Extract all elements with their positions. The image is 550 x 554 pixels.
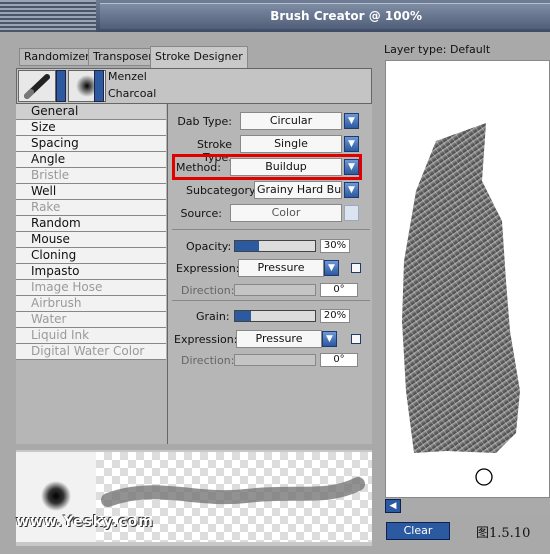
subcategory-dropdown[interactable]: ▼: [344, 182, 359, 198]
layer-type-label: Layer type: Default: [384, 43, 491, 56]
source-select[interactable]: Color: [230, 204, 342, 222]
grain-invert-checkbox[interactable]: [351, 334, 361, 344]
preview-canvas[interactable]: [385, 60, 550, 498]
title-bar-grip[interactable]: [0, 0, 96, 32]
grain-direction-label: Direction:: [181, 354, 235, 367]
grain-direction-value[interactable]: 0°: [320, 353, 358, 367]
category-impasto[interactable]: Impasto: [16, 264, 166, 280]
opacity-slider[interactable]: [234, 240, 316, 252]
brush-cursor: [475, 468, 493, 486]
grain-expression-label: Expression:: [174, 333, 238, 346]
stroke-type-dropdown[interactable]: ▼: [344, 136, 359, 152]
tab-randomizer[interactable]: Randomizer: [19, 48, 95, 66]
category-airbrush[interactable]: Airbrush: [16, 296, 166, 312]
charcoal-stick-icon: [24, 74, 50, 99]
brush-category-button[interactable]: [18, 70, 56, 102]
stroke-type-select[interactable]: Single: [240, 135, 342, 153]
brush-category-name: Menzel: [108, 70, 147, 83]
grain-direction-slider[interactable]: [234, 354, 316, 366]
category-random[interactable]: Random: [16, 216, 166, 232]
category-size[interactable]: Size: [16, 120, 166, 136]
category-angle[interactable]: Angle: [16, 152, 166, 168]
brush-variant-dropdown[interactable]: [94, 70, 104, 102]
dab-type-select[interactable]: Circular: [240, 112, 342, 130]
opacity-direction-value[interactable]: 0°: [320, 283, 358, 297]
subcategory-label: Subcategory:: [186, 184, 259, 197]
window-title: Brush Creator @ 100%: [270, 9, 422, 23]
category-mouse[interactable]: Mouse: [16, 232, 166, 248]
source-label: Source:: [180, 207, 223, 220]
opacity-expression-dropdown[interactable]: ▼: [324, 260, 339, 276]
opacity-slider-fill: [235, 241, 259, 251]
category-list: General Size Spacing Angle Bristle Well …: [16, 104, 168, 444]
category-water[interactable]: Water: [16, 312, 166, 328]
grain-label: Grain:: [196, 310, 230, 323]
category-general[interactable]: General: [16, 104, 166, 120]
source-dropdown[interactable]: [344, 205, 359, 221]
category-bristle[interactable]: Bristle: [16, 168, 166, 184]
opacity-expression-select[interactable]: Pressure: [238, 259, 324, 277]
opacity-invert-checkbox[interactable]: [351, 263, 361, 273]
scroll-left-button[interactable]: ◀: [385, 499, 401, 513]
category-digital-water-color[interactable]: Digital Water Color: [16, 344, 166, 360]
tab-stroke-designer[interactable]: Stroke Designer: [150, 46, 248, 68]
watermark-text: www.Yesky.com: [16, 514, 154, 530]
opacity-direction-label: Direction:: [181, 284, 235, 297]
opacity-expression-label: Expression:: [176, 262, 240, 275]
category-well[interactable]: Well: [16, 184, 166, 200]
clear-button[interactable]: Clear: [386, 522, 450, 540]
divider: [172, 300, 370, 301]
brush-variant-name: Charcoal: [108, 87, 157, 100]
category-image-hose[interactable]: Image Hose: [16, 280, 166, 296]
grain-value[interactable]: 20%: [320, 309, 350, 323]
opacity-label: Opacity:: [186, 240, 232, 253]
grain-expression-select[interactable]: Pressure: [236, 330, 322, 348]
brush-category-dropdown[interactable]: [56, 70, 66, 102]
figure-label: 图1.5.10: [476, 526, 531, 541]
grain-slider[interactable]: [234, 310, 316, 322]
grain-expression-dropdown[interactable]: ▼: [322, 331, 337, 347]
dab-type-label: Dab Type:: [177, 115, 232, 128]
subcategory-select[interactable]: Grainy Hard Bu...: [254, 181, 342, 199]
divider: [172, 229, 370, 230]
category-liquid-ink[interactable]: Liquid Ink: [16, 328, 166, 344]
canvas-scrollbar[interactable]: [385, 498, 550, 514]
opacity-direction-slider[interactable]: [234, 284, 316, 296]
dab-type-dropdown[interactable]: ▼: [344, 113, 359, 129]
category-cloning[interactable]: Cloning: [16, 248, 166, 264]
category-spacing[interactable]: Spacing: [16, 136, 166, 152]
method-highlight-box: [172, 154, 362, 180]
charcoal-stroke-image: [402, 123, 520, 486]
grain-slider-fill: [235, 311, 251, 321]
opacity-value[interactable]: 30%: [320, 239, 350, 253]
tab-transposer[interactable]: Transposer: [88, 48, 158, 66]
category-rake[interactable]: Rake: [16, 200, 166, 216]
